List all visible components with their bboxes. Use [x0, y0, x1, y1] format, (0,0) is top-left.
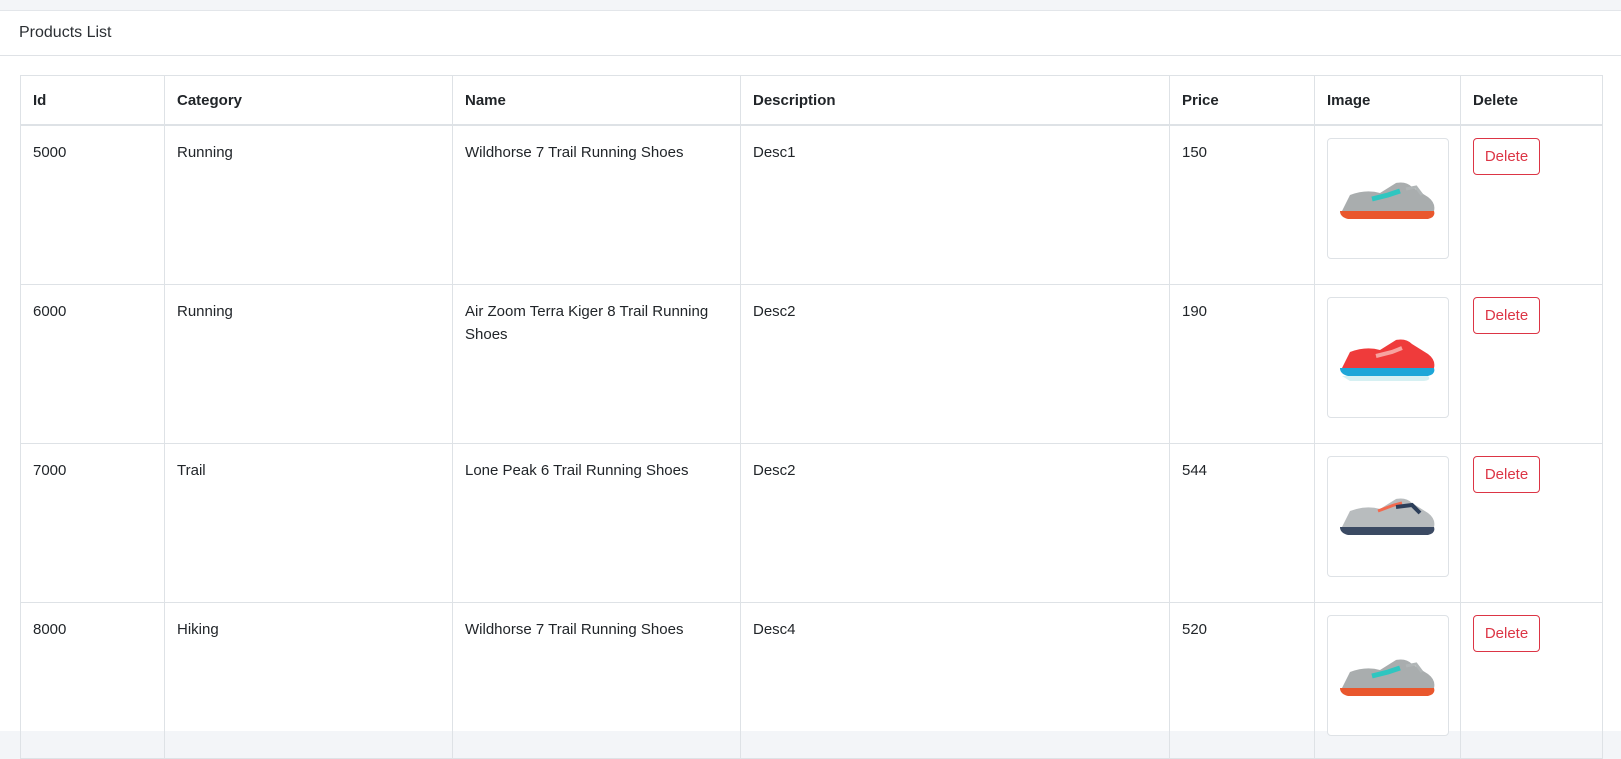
products-table: Id Category Name Description Price Image… — [20, 75, 1603, 759]
column-header-name: Name — [452, 75, 741, 126]
cell-delete: Delete — [1460, 602, 1603, 759]
cell-description: Desc2 — [740, 443, 1170, 603]
cell-delete: Delete — [1460, 284, 1603, 444]
shoe-icon — [1340, 339, 1435, 381]
delete-button[interactable]: Delete — [1473, 456, 1540, 493]
cell-category: Hiking — [164, 602, 453, 759]
cell-price: 544 — [1169, 443, 1315, 603]
product-image-thumbnail — [1327, 138, 1449, 259]
products-card: Products List Id Category Name Descripti… — [0, 10, 1621, 759]
table-row: 7000 Trail Lone Peak 6 Trail Running Sho… — [20, 443, 1603, 603]
page-title: Products List — [19, 24, 112, 41]
cell-image — [1314, 602, 1461, 759]
cell-price: 190 — [1169, 284, 1315, 444]
shoe-icon — [1340, 182, 1435, 219]
cell-category: Running — [164, 284, 453, 444]
cell-delete: Delete — [1460, 443, 1603, 603]
cell-name: Wildhorse 7 Trail Running Shoes — [452, 602, 741, 759]
column-header-delete: Delete — [1460, 75, 1603, 126]
cell-id: 8000 — [20, 602, 165, 759]
shoe-icon — [1340, 498, 1435, 535]
table-header-row: Id Category Name Description Price Image… — [20, 75, 1603, 126]
cell-name: Air Zoom Terra Kiger 8 Trail Running Sho… — [452, 284, 741, 444]
delete-button[interactable]: Delete — [1473, 297, 1540, 334]
column-header-category: Category — [164, 75, 453, 126]
delete-button[interactable]: Delete — [1473, 615, 1540, 652]
cell-category: Running — [164, 124, 453, 285]
table-row: 5000 Running Wildhorse 7 Trail Running S… — [20, 124, 1603, 285]
cell-image — [1314, 443, 1461, 603]
cell-description: Desc4 — [740, 602, 1170, 759]
product-image-thumbnail — [1327, 297, 1449, 418]
shoe-icon — [1340, 659, 1435, 696]
cell-category: Trail — [164, 443, 453, 603]
delete-button[interactable]: Delete — [1473, 138, 1540, 175]
column-header-price: Price — [1169, 75, 1315, 126]
cell-price: 520 — [1169, 602, 1315, 759]
products-table-wrapper: Id Category Name Description Price Image… — [20, 75, 1603, 759]
table-row: 8000 Hiking Wildhorse 7 Trail Running Sh… — [20, 602, 1603, 759]
cell-price: 150 — [1169, 124, 1315, 285]
column-header-image: Image — [1314, 75, 1461, 126]
table-row: 6000 Running Air Zoom Terra Kiger 8 Trai… — [20, 284, 1603, 444]
cell-description: Desc1 — [740, 124, 1170, 285]
cell-image — [1314, 124, 1461, 285]
cell-name: Wildhorse 7 Trail Running Shoes — [452, 124, 741, 285]
card-header: Products List — [0, 11, 1621, 56]
cell-delete: Delete — [1460, 124, 1603, 285]
cell-name: Lone Peak 6 Trail Running Shoes — [452, 443, 741, 603]
cell-id: 6000 — [20, 284, 165, 444]
product-image-thumbnail — [1327, 456, 1449, 577]
product-image-thumbnail — [1327, 615, 1449, 736]
cell-image — [1314, 284, 1461, 444]
cell-id: 7000 — [20, 443, 165, 603]
column-header-description: Description — [740, 75, 1170, 126]
column-header-id: Id — [20, 75, 165, 126]
cell-description: Desc2 — [740, 284, 1170, 444]
cell-id: 5000 — [20, 124, 165, 285]
